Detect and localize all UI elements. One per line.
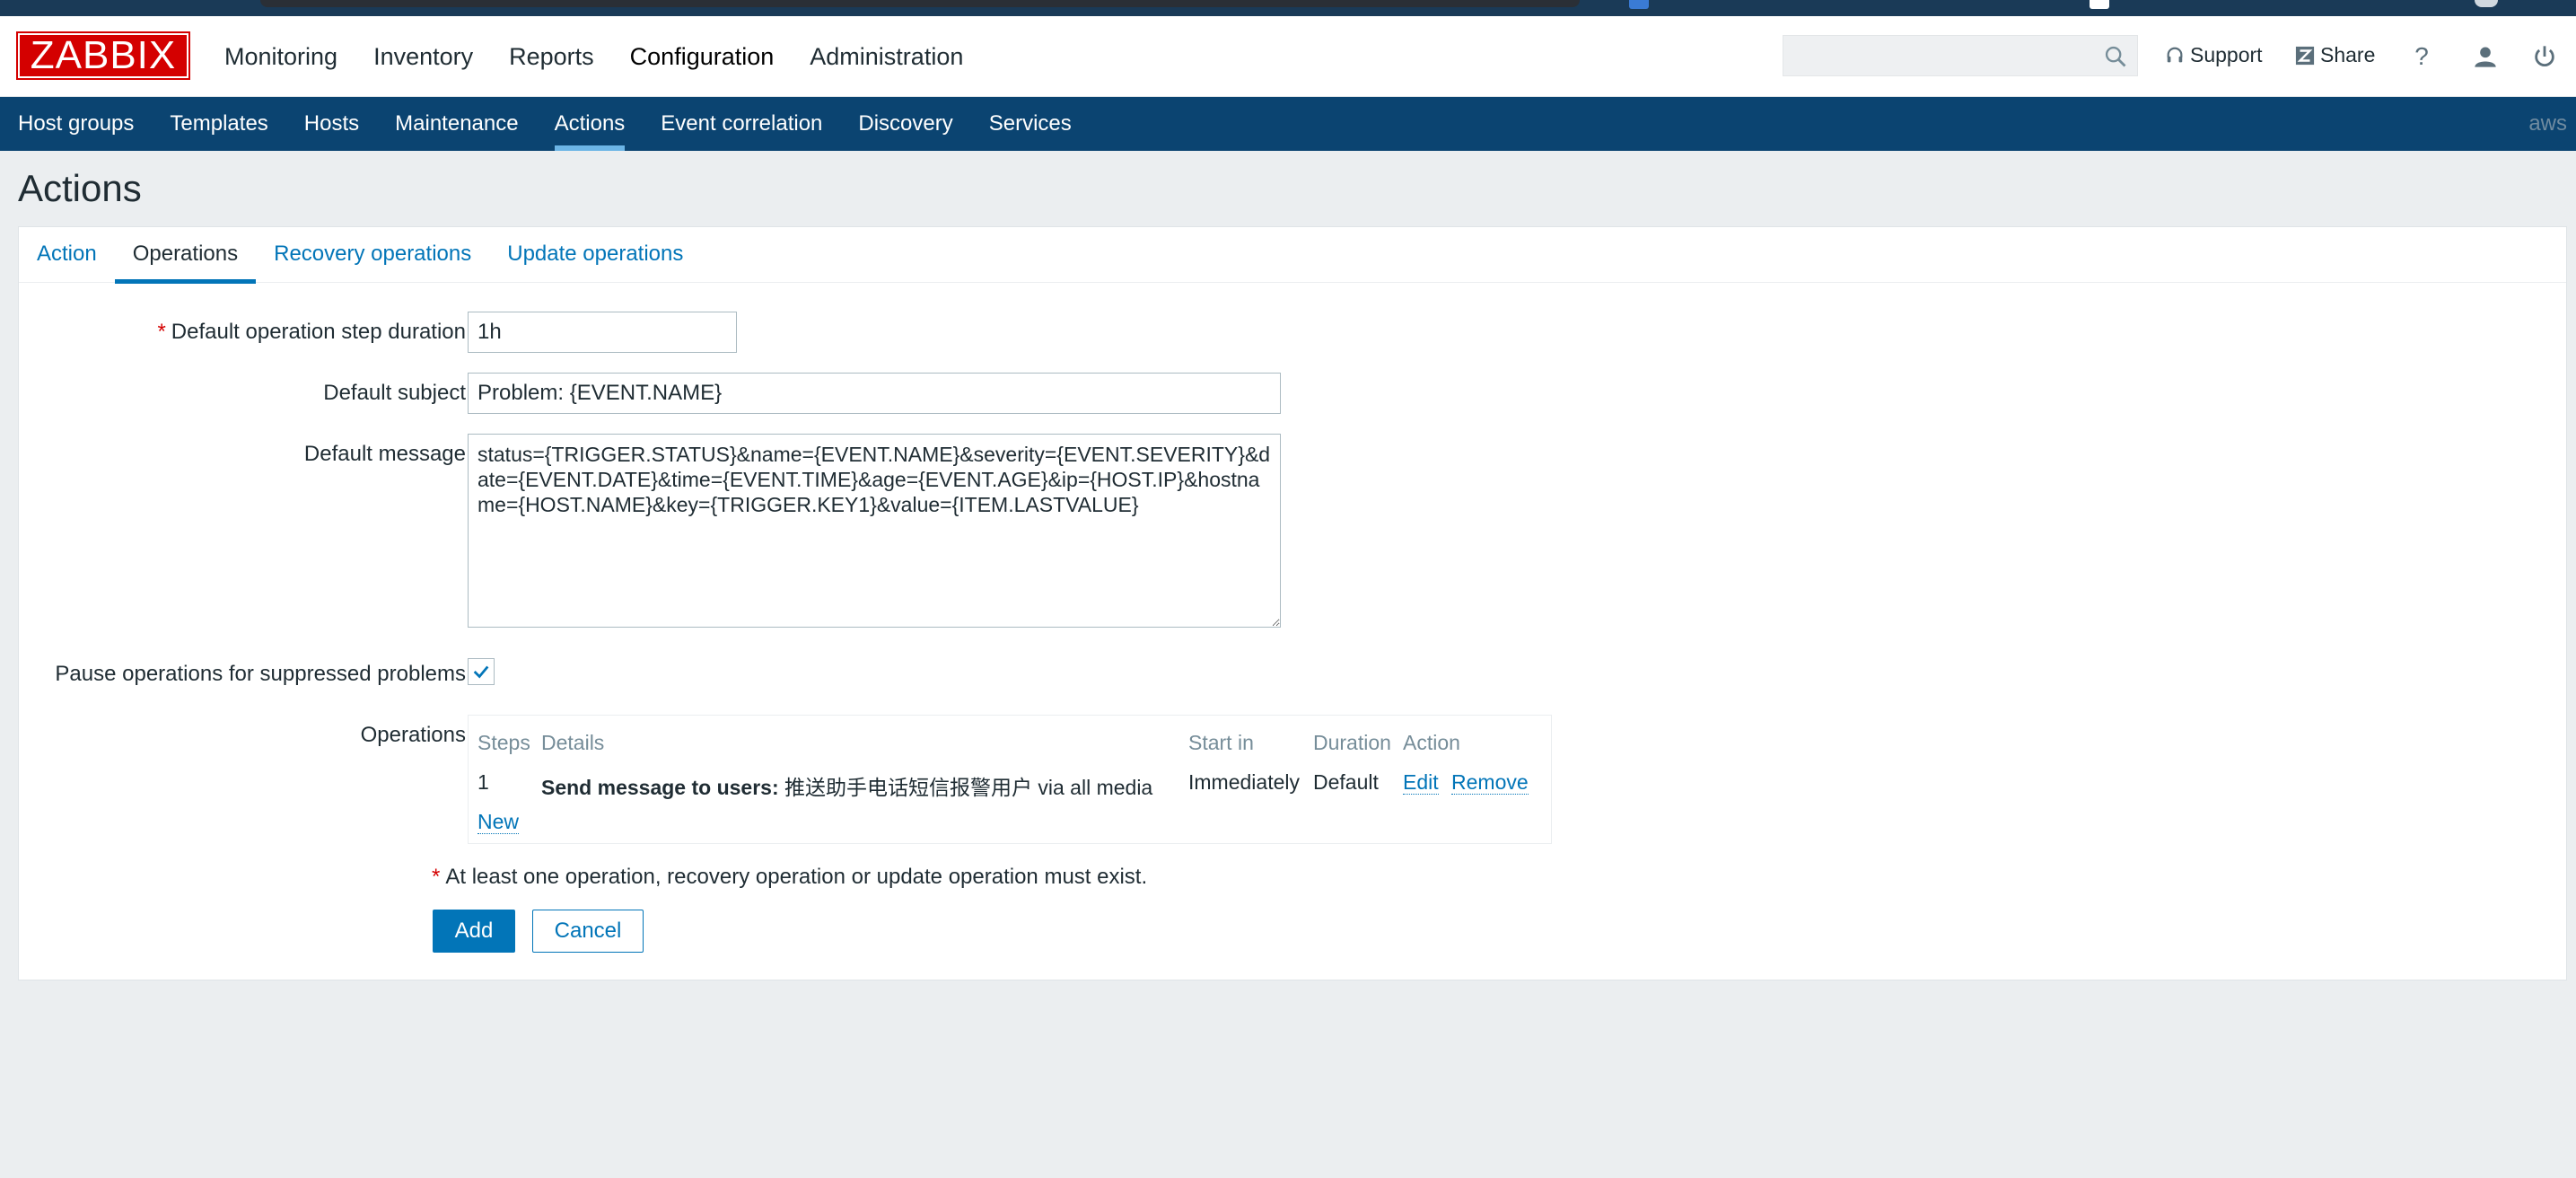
search-box xyxy=(1783,35,2138,76)
operation-details-cell: Send message to users: 推送助手电话短信报警用户 via … xyxy=(541,770,1152,801)
subnav-actions[interactable]: Actions xyxy=(537,97,644,151)
share-label: Share xyxy=(2320,43,2376,66)
sub-nav: Host groups Templates Hosts Maintenance … xyxy=(0,97,2576,151)
operation-action-cell: Edit Remove xyxy=(1403,770,1529,795)
new-operation-cell: New xyxy=(478,810,520,834)
subnav-services[interactable]: Services xyxy=(971,97,1090,151)
subnav-hosts[interactable]: Hosts xyxy=(286,97,377,151)
operation-steps-cell: 1 xyxy=(478,770,489,794)
tab-operations[interactable]: Operations xyxy=(114,227,257,284)
column-header-duration: Duration xyxy=(1313,731,1391,754)
browser-tab-strip xyxy=(260,0,1580,7)
tab-update-operations[interactable]: Update operations xyxy=(489,227,701,283)
sign-out-icon[interactable] xyxy=(2529,41,2560,72)
remove-operation-link[interactable]: Remove xyxy=(1451,770,1529,795)
edit-operation-link[interactable]: Edit xyxy=(1403,770,1439,795)
tab-action[interactable]: Action xyxy=(19,227,115,283)
operation-duration-cell: Default xyxy=(1313,770,1379,794)
cancel-button[interactable]: Cancel xyxy=(532,910,644,953)
step-duration-label: * Default operation step duration xyxy=(157,320,466,344)
page-title: Actions xyxy=(18,167,142,209)
add-button[interactable]: Add xyxy=(433,910,515,953)
server-name: aws xyxy=(2528,111,2567,136)
subnav-event-correlation[interactable]: Event correlation xyxy=(643,97,840,151)
operation-required-note: * At least one operation, recovery operat… xyxy=(432,865,1148,889)
headset-icon xyxy=(2167,47,2183,62)
operations-label: Operations xyxy=(360,723,466,747)
subnav-host-groups[interactable]: Host groups xyxy=(0,97,152,151)
column-header-action: Action xyxy=(1403,731,1460,754)
step-duration-input[interactable] xyxy=(468,312,737,353)
new-operation-link[interactable]: New xyxy=(478,810,520,834)
action-form-panel: Action Operations Recovery operations Up… xyxy=(18,226,2567,980)
support-link[interactable]: Support xyxy=(2165,43,2263,67)
default-message-textarea[interactable]: status={TRIGGER.STATUS}&name={EVENT.NAME… xyxy=(468,434,1281,628)
subnav-discovery[interactable]: Discovery xyxy=(840,97,970,151)
main-nav: Monitoring Inventory Reports Configurati… xyxy=(206,16,981,97)
help-icon[interactable]: ? xyxy=(2406,41,2437,72)
zabbix-logo[interactable]: ZABBIX xyxy=(16,31,190,80)
search-icon[interactable] xyxy=(2103,44,2128,69)
required-asterisk: * xyxy=(432,865,441,889)
tray-icon xyxy=(2475,0,2498,7)
checkmark-icon xyxy=(473,665,489,679)
operations-table: Steps Details Start in Duration Action 1… xyxy=(468,715,1552,844)
nav-monitoring[interactable]: Monitoring xyxy=(224,43,337,71)
operation-start-in-cell: Immediately xyxy=(1188,770,1300,794)
column-header-steps: Steps xyxy=(478,731,530,754)
tab-recovery-operations[interactable]: Recovery operations xyxy=(256,227,489,283)
user-profile-icon[interactable] xyxy=(2470,41,2501,72)
os-top-bar xyxy=(0,0,2576,16)
subnav-maintenance[interactable]: Maintenance xyxy=(377,97,536,151)
share-z-icon xyxy=(2295,46,2315,65)
top-header: ZABBIX Monitoring Inventory Reports Conf… xyxy=(0,16,2576,97)
required-asterisk: * xyxy=(157,320,166,344)
tray-icon xyxy=(1629,0,1649,9)
default-subject-label: Default subject xyxy=(323,381,466,405)
default-subject-input[interactable] xyxy=(468,373,1281,414)
column-header-details: Details xyxy=(541,731,605,754)
pause-suppressed-label: Pause operations for suppressed problems xyxy=(55,662,466,686)
nav-administration[interactable]: Administration xyxy=(810,43,963,71)
support-label: Support xyxy=(2190,43,2263,66)
pause-suppressed-checkbox[interactable] xyxy=(468,658,495,685)
default-message-label: Default message xyxy=(303,442,466,466)
tray-icon xyxy=(2090,0,2109,9)
nav-reports[interactable]: Reports xyxy=(509,43,594,71)
nav-configuration[interactable]: Configuration xyxy=(630,43,775,71)
operation-details-target: 推送助手电话短信报警用户 via all media xyxy=(784,776,1153,799)
column-header-start-in: Start in xyxy=(1188,731,1254,754)
search-input[interactable] xyxy=(1783,36,2089,75)
operation-details-type: Send message to users: xyxy=(541,776,779,799)
subnav-templates[interactable]: Templates xyxy=(152,97,285,151)
nav-inventory[interactable]: Inventory xyxy=(373,43,473,71)
share-link[interactable]: Share xyxy=(2295,43,2375,67)
form-tabs: Action Operations Recovery operations Up… xyxy=(19,227,2566,284)
